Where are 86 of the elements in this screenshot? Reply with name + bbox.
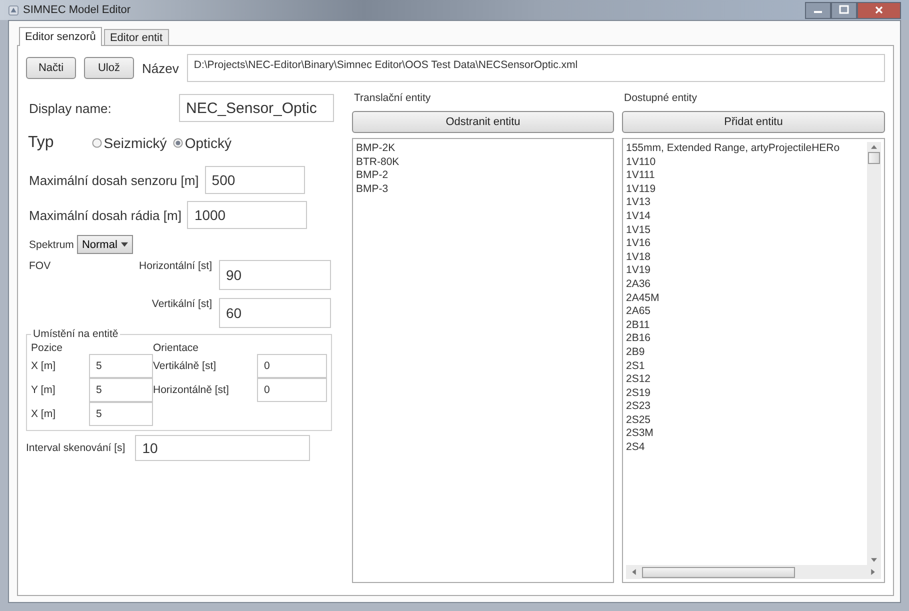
tab[interactable]: Editor senzorů: [19, 27, 102, 46]
toolbar-button[interactable]: Ulož: [84, 57, 134, 79]
coordinate-label: Y [m]: [31, 384, 56, 396]
list-title: Dostupné entity: [624, 92, 698, 104]
horizontal-fov-field[interactable]: 90: [219, 260, 331, 290]
horizontal-fov-label: Horizontální [st]: [139, 260, 212, 272]
close-icon: [874, 5, 884, 15]
vertical-scrollbar[interactable]: [867, 142, 881, 565]
sensor-range-field[interactable]: 500: [204, 166, 305, 194]
scroll-left-icon: [632, 569, 636, 575]
vertical-fov-field[interactable]: 60: [219, 298, 331, 328]
list-item[interactable]: 2S3M: [626, 427, 867, 442]
orientation-axis-label: Vertikálně [st]: [153, 360, 218, 372]
scroll-right-icon: [871, 569, 875, 575]
remove-entity-button[interactable]: Odstranit entitu: [352, 111, 614, 133]
list-item[interactable]: BMP-3: [356, 182, 610, 196]
file-path-field[interactable]: D:\Projects\NEC-Editor\Binary\Simnec Editor\OOS Test Data\NECSensorOptic.xml: [186, 54, 885, 82]
display-name-label: Display name:: [29, 100, 112, 116]
list-item[interactable]: 2S1: [626, 360, 867, 374]
list-item[interactable]: 2S23: [626, 400, 867, 414]
position-label: Pozice: [31, 342, 64, 354]
radio-option[interactable]: Optický: [172, 135, 232, 151]
list-item[interactable]: 1V18: [626, 250, 867, 264]
coordinate-field[interactable]: 5: [89, 402, 153, 426]
display-name-field[interactable]: NEC_Sensor_Optic: [179, 94, 334, 122]
translation-entity-list[interactable]: BMP-2K BTR-80K BMP-2 BMP-3: [352, 138, 614, 583]
list-item[interactable]: 1V110: [626, 156, 867, 170]
list-item[interactable]: 1V15: [626, 224, 867, 238]
list-item[interactable]: BMP-2K: [356, 142, 610, 156]
coordinate-field[interactable]: 5: [89, 378, 153, 402]
scrollbar-thumb[interactable]: [642, 566, 795, 578]
list-item[interactable]: 2S25: [626, 414, 867, 428]
scan-interval-label: Interval skenování [s]: [26, 442, 126, 454]
list-item[interactable]: 2S12: [626, 373, 867, 387]
list-item[interactable]: 1V111: [626, 169, 867, 183]
fov-label: FOV: [29, 260, 52, 272]
radio-range-label: Maximální dosah rádia [m]: [29, 208, 182, 222]
scroll-up-icon: [871, 145, 877, 149]
coordinate-label: X [m]: [31, 408, 57, 420]
list-item[interactable]: 1V19: [626, 264, 867, 278]
list-item[interactable]: 2S19: [626, 386, 867, 400]
minimize-button[interactable]: [805, 2, 831, 18]
list-item[interactable]: 2B9: [626, 346, 867, 360]
list-item[interactable]: 1V119: [626, 182, 867, 196]
list-item[interactable]: 1V13: [626, 196, 867, 210]
list-item[interactable]: 2A45M: [626, 292, 867, 306]
radio-option[interactable]: Seizmický: [92, 135, 167, 151]
scan-interval-field[interactable]: 10: [135, 435, 310, 461]
list-title: Translační entity: [354, 92, 432, 104]
list-item[interactable]: BTR-80K: [356, 156, 610, 170]
list-item[interactable]: 2A36: [626, 278, 867, 292]
orientation-field[interactable]: 0: [257, 354, 327, 378]
list-item[interactable]: 2S4: [626, 441, 867, 455]
spectrum-dropdown[interactable]: Normal: [76, 235, 134, 254]
orientation-field[interactable]: 0: [257, 378, 327, 402]
spectrum-label: Spektrum: [29, 238, 74, 250]
add-entity-button[interactable]: Přidat entitu: [622, 111, 885, 133]
available-entity-list[interactable]: 155mm, Extended Range, artyProjectileHERo 1V110 1V111 1V119 1V13 1V14 1V15 1V16 1V18 1V19 2A36 2A45M 2A65 2B11 2B16 2B9 2S1 2S12 2S19 2S23 2S25 2S3M 2S4: [622, 138, 885, 583]
list-item[interactable]: 1V14: [626, 210, 867, 224]
radio-range-field[interactable]: 1000: [187, 201, 308, 229]
orientation-axis-label: Horizontálně [st]: [153, 384, 230, 396]
list-item[interactable]: 2B11: [626, 318, 867, 332]
close-button[interactable]: [857, 2, 901, 18]
coordinate-field[interactable]: 5: [89, 354, 153, 378]
list-item[interactable]: BMP-2: [356, 169, 610, 183]
scroll-down-icon: [871, 558, 877, 562]
maximize-icon: [839, 5, 849, 15]
maximize-button[interactable]: [831, 2, 857, 18]
window-title: SIMNEC Model Editor: [23, 4, 131, 16]
orientation-label: Orientace: [153, 342, 200, 354]
list-item[interactable]: 2A65: [626, 305, 867, 319]
file-label: Název: [142, 60, 179, 76]
sensor-range-label: Maximální dosah senzoru [m]: [29, 172, 199, 188]
list-item[interactable]: 155mm, Extended Range, artyProjectileHERo: [626, 142, 867, 156]
horizontal-scrollbar[interactable]: [626, 565, 881, 579]
app-icon: [8, 4, 19, 16]
vertical-fov-label: Vertikální [st]: [152, 298, 212, 310]
tab[interactable]: Editor entit: [104, 29, 169, 45]
list-item[interactable]: 2B16: [626, 332, 867, 346]
type-label: Typ: [28, 134, 54, 152]
caret-icon: [121, 242, 128, 247]
toolbar-button[interactable]: Načti: [26, 57, 76, 79]
list-item[interactable]: 1V16: [626, 237, 867, 251]
scrollbar-thumb[interactable]: [868, 152, 880, 164]
group-title: Umístění na entitě: [32, 328, 120, 340]
coordinate-label: X [m]: [31, 360, 57, 372]
